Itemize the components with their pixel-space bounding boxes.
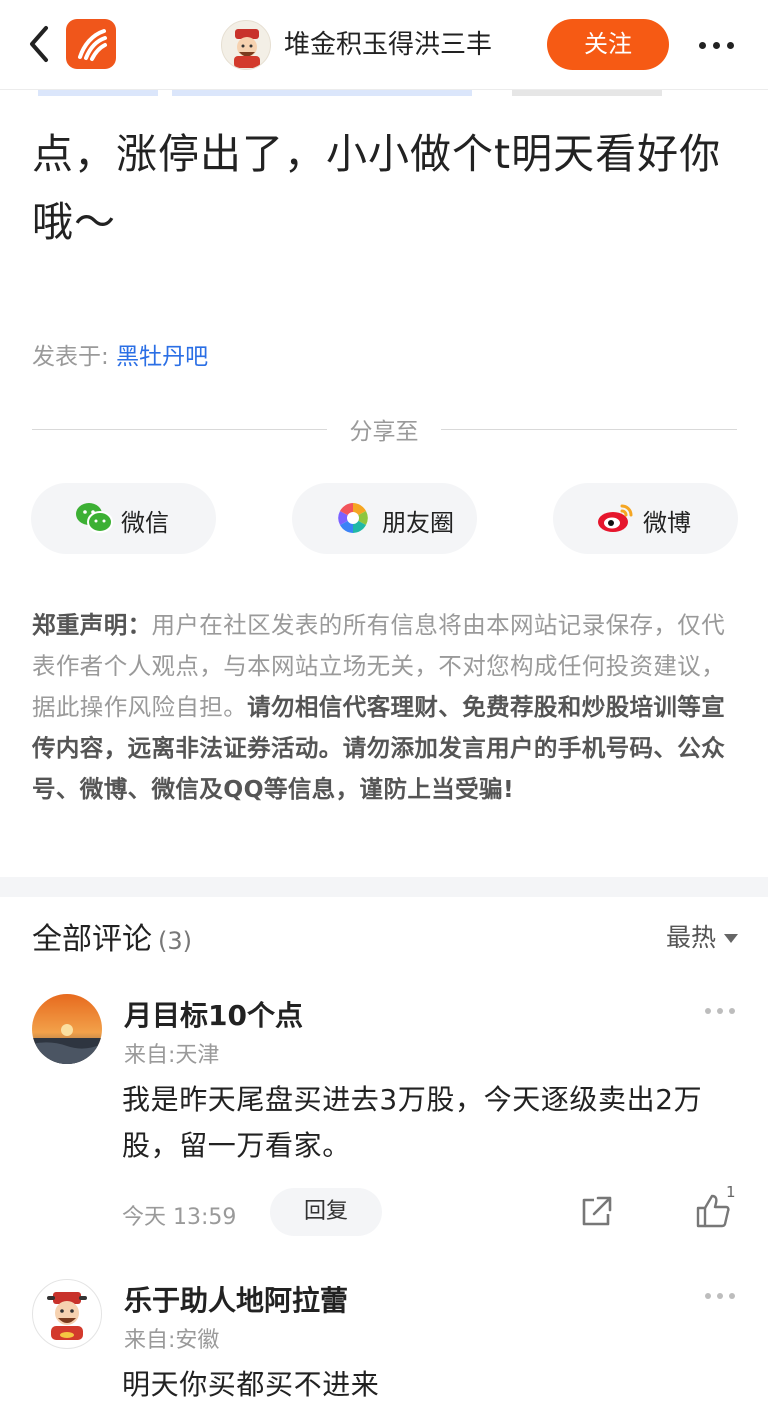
caret-down-icon [724, 934, 738, 943]
share-moments-button[interactable]: 朋友圈 [292, 483, 477, 554]
posted-in-line: 发表于: 黑牡丹吧 [32, 337, 208, 371]
comments-count: (3) [158, 927, 192, 955]
commenter-avatar[interactable] [32, 994, 102, 1064]
wechat-icon [75, 501, 113, 535]
commenter-location: 来自:安徽 [124, 1328, 220, 1353]
share-moments-label: 朋友圈 [382, 509, 454, 537]
sort-label: 最热 [665, 923, 716, 952]
share-wechat-button[interactable]: 微信 [31, 483, 216, 554]
comment-time: 今天 13:59 [122, 1205, 237, 1230]
posted-in-label: 发表于: [32, 344, 109, 370]
reply-button[interactable]: 回复 [270, 1188, 382, 1236]
share-icon[interactable] [578, 1194, 614, 1230]
comment-text: 我是昨天尾盘买进去3万股，今天逐级卖出2万股，留一万看家。 [122, 1083, 703, 1162]
comment-text: 明天你买都买不进来 [122, 1368, 380, 1401]
author-avatar[interactable] [221, 20, 271, 70]
top-nav-bar: 堆金积玉得洪三丰 关注 [0, 0, 768, 90]
like-count: 1 [726, 1183, 736, 1201]
post-body-text: 点，涨停出了，小小做个t明天看好你哦～ [32, 130, 722, 246]
commenter-avatar[interactable] [32, 1279, 102, 1349]
comment-more-icon[interactable] [705, 1290, 739, 1304]
share-weibo-label: 微博 [643, 509, 691, 537]
more-options-icon[interactable] [697, 30, 737, 60]
share-weibo-button[interactable]: 微博 [553, 483, 738, 554]
comments-title: 全部评论 [32, 922, 152, 957]
disclaimer-title: 郑重声明： [32, 611, 152, 639]
weibo-icon [597, 501, 635, 535]
follow-button[interactable]: 关注 [547, 19, 669, 70]
commenter-name[interactable]: 月目标10个点 [124, 994, 303, 1034]
author-name[interactable]: 堆金积玉得洪三丰 [284, 26, 492, 64]
commenter-name[interactable]: 乐于助人地阿拉蕾 [124, 1279, 348, 1319]
share-wechat-label: 微信 [121, 509, 169, 537]
app-logo-icon[interactable] [66, 19, 116, 69]
comments-header: 全部评论 (3) 最热 [32, 914, 738, 958]
stock-bar-link[interactable]: 黑牡丹吧 [116, 344, 208, 370]
back-arrow-icon[interactable] [24, 24, 58, 64]
disclaimer: 郑重声明：用户在社区发表的所有信息将由本网站记录保存，仅代表作者个人观点，与本网… [32, 605, 744, 810]
comment-more-icon[interactable] [705, 1005, 739, 1019]
section-divider [0, 877, 768, 897]
divider-right [441, 429, 737, 430]
sort-dropdown[interactable]: 最热 [666, 918, 738, 954]
commenter-location: 来自:天津 [124, 1043, 220, 1068]
moments-icon [336, 501, 374, 535]
share-divider: 分享至 [0, 410, 768, 446]
